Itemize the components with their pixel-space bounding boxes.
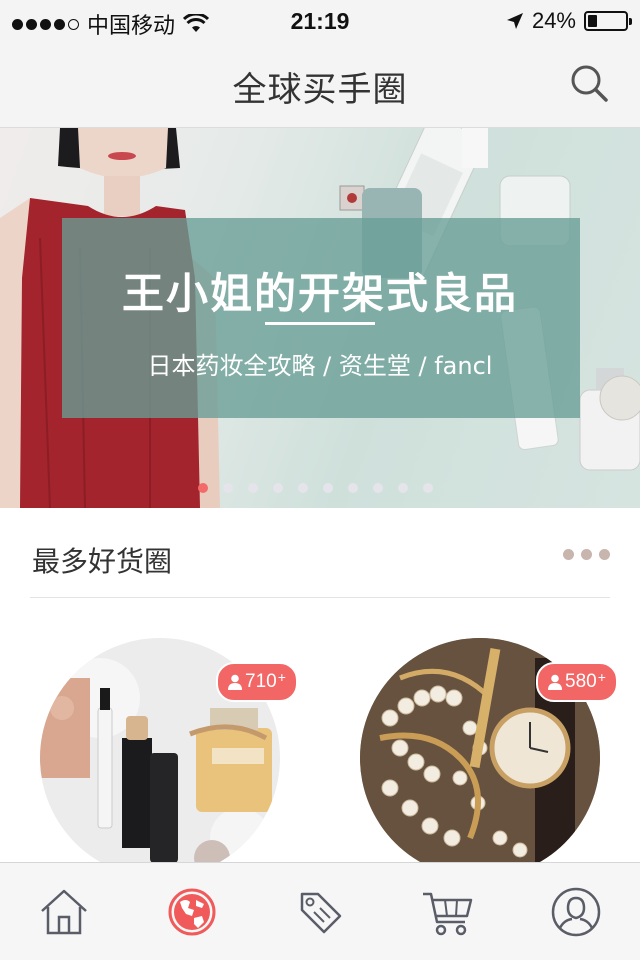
more-dots-icon[interactable] xyxy=(563,549,610,560)
pager-dot[interactable] xyxy=(423,483,433,493)
location-arrow-icon xyxy=(506,13,523,29)
tab-cart[interactable] xyxy=(408,872,488,952)
pager-dot[interactable] xyxy=(198,483,208,493)
battery-fill xyxy=(588,15,597,27)
globe-icon xyxy=(168,888,216,935)
tab-profile[interactable] xyxy=(536,872,616,952)
pager-dot[interactable] xyxy=(273,483,283,493)
banner-subtitle: 日本药妆全攻略 / 资生堂 / fancl xyxy=(147,352,493,380)
tag-icon xyxy=(300,892,342,933)
pager-dot[interactable] xyxy=(373,483,383,493)
tab-globe[interactable] xyxy=(152,872,232,952)
member-count: 710 xyxy=(245,671,277,692)
section-title: 最多好货圈 xyxy=(32,545,173,578)
plus-sign: + xyxy=(277,669,286,685)
person-icon xyxy=(548,674,562,690)
member-count-badge: 710 + xyxy=(216,662,298,702)
search-icon[interactable] xyxy=(568,62,610,104)
circle-card-jewelry[interactable]: 580 + xyxy=(360,638,618,878)
page-title: 全球买手圈 xyxy=(232,70,408,110)
status-bar: 中国移动 21:19 24% xyxy=(0,0,640,40)
banner-title: 王小姐的开架式良品 xyxy=(121,269,518,318)
member-count-badge: 580 + xyxy=(536,662,618,702)
banner-carousel[interactable]: 王小姐的开架式良品 日本药妆全攻略 / 资生堂 / fancl xyxy=(0,128,640,508)
tab-tag[interactable] xyxy=(280,872,360,952)
battery-percent: 24% xyxy=(531,8,576,33)
pager-dot[interactable] xyxy=(323,483,333,493)
home-icon xyxy=(41,889,87,934)
user-icon xyxy=(551,887,601,936)
section-divider xyxy=(30,597,610,598)
pager-dot[interactable] xyxy=(348,483,358,493)
status-right: 24% xyxy=(506,8,632,34)
battery-icon xyxy=(584,11,632,31)
nav-bar: 全球买手圈 xyxy=(0,40,640,128)
carousel-pager[interactable] xyxy=(198,483,433,493)
pager-dot[interactable] xyxy=(248,483,258,493)
member-count: 580 xyxy=(565,671,597,692)
pager-dot[interactable] xyxy=(298,483,308,493)
person-icon xyxy=(228,674,242,690)
pager-dot[interactable] xyxy=(223,483,233,493)
circle-card-cosmetics[interactable]: 710 + xyxy=(40,638,298,878)
plus-sign: + xyxy=(597,669,606,685)
banner-divider xyxy=(265,322,375,325)
tab-home[interactable] xyxy=(24,872,104,952)
cart-icon xyxy=(423,892,473,935)
tab-bar xyxy=(0,862,640,960)
pager-dot[interactable] xyxy=(398,483,408,493)
